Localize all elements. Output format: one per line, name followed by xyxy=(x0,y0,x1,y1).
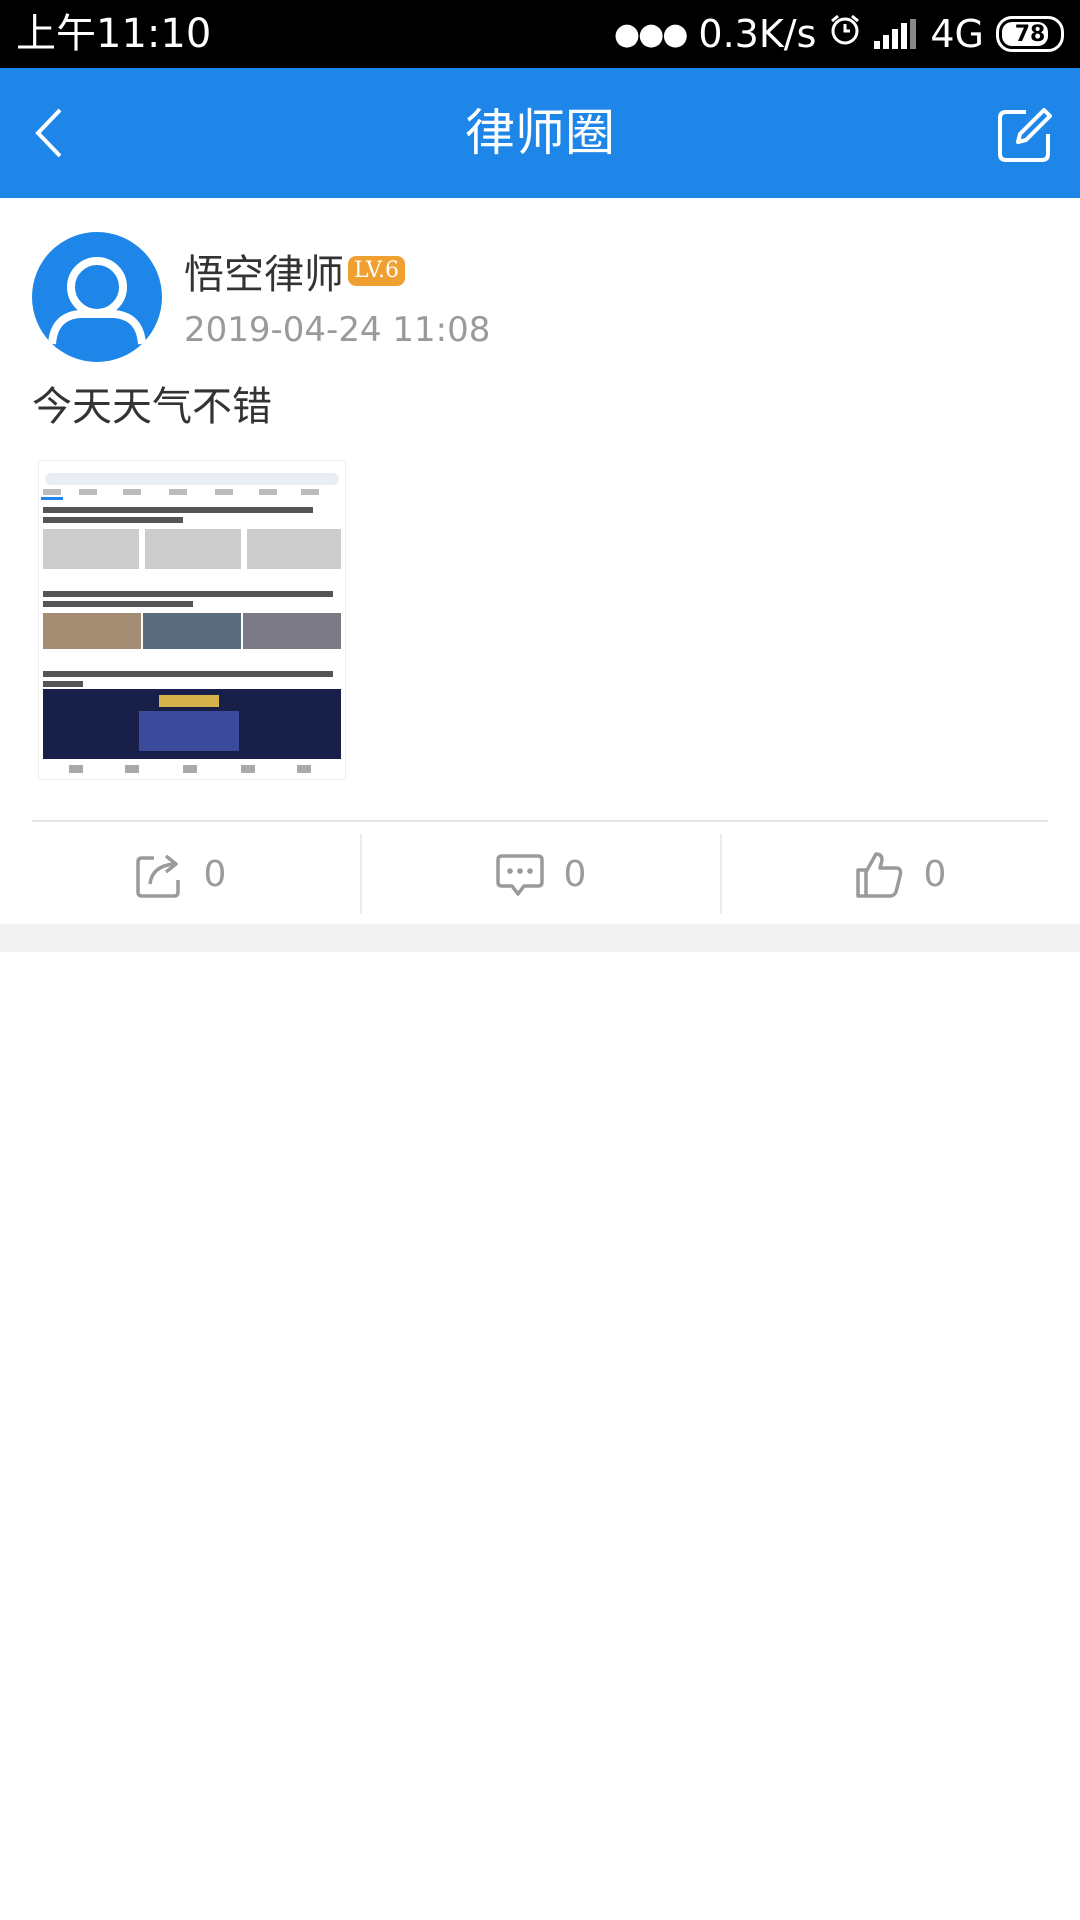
more-dots-icon: ●●● xyxy=(613,16,689,52)
edit-icon xyxy=(998,108,1052,162)
screenshot-thumbnail xyxy=(39,461,345,779)
avatar[interactable] xyxy=(32,232,162,362)
battery-level: 78 xyxy=(1014,21,1046,47)
network-type: 4G xyxy=(930,12,984,56)
post-image[interactable] xyxy=(38,460,346,780)
network-speed: 0.3K/s xyxy=(698,12,817,56)
author-name[interactable]: 悟空律师 xyxy=(184,242,344,300)
share-icon xyxy=(135,854,180,898)
user-icon xyxy=(48,257,146,345)
post-actions: 0 0 0 xyxy=(0,824,1080,924)
comment-icon xyxy=(495,854,544,896)
author-row: 悟空律师 LV.6 xyxy=(184,242,406,300)
like-button[interactable]: 0 xyxy=(720,824,1080,924)
section-separator xyxy=(0,924,1080,952)
alarm-icon xyxy=(828,12,862,56)
share-button[interactable]: 0 xyxy=(0,824,360,924)
post-time: 2019-04-24 11:08 xyxy=(184,310,491,350)
status-time: 上午11:10 xyxy=(16,11,212,57)
signal-icon xyxy=(874,19,917,49)
divider xyxy=(32,820,1048,822)
app-bar: 律师圈 xyxy=(0,68,1080,198)
post-text: 今天天气不错 xyxy=(32,384,272,430)
comment-button[interactable]: 0 xyxy=(360,824,720,924)
status-bar: 上午11:10 ●●● 0.3K/s 4G 78 xyxy=(0,0,1080,68)
like-count: 0 xyxy=(923,853,947,895)
level-badge: LV.6 xyxy=(348,256,406,286)
status-icons: ●●● 0.3K/s 4G 78 xyxy=(614,12,1064,56)
thumbs-up-icon xyxy=(855,852,902,898)
comment-count: 0 xyxy=(563,853,587,895)
share-count: 0 xyxy=(203,853,227,895)
page-title: 律师圈 xyxy=(465,104,615,162)
compose-button[interactable] xyxy=(996,106,1054,164)
battery-icon: 78 xyxy=(996,16,1064,52)
